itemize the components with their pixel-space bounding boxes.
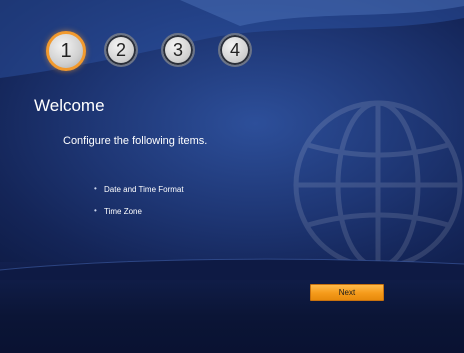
bullet-icon: • <box>94 206 97 215</box>
list-item-label: Time Zone <box>104 207 142 216</box>
bullet-icon: • <box>94 184 97 193</box>
step-2-icon: 2 <box>104 33 138 67</box>
list-item: • Time Zone <box>94 206 184 216</box>
page-description: Configure the following items. <box>63 135 208 147</box>
page-title: Welcome <box>34 96 105 115</box>
globe-icon <box>293 100 463 270</box>
list-item: • Date and Time Format <box>94 184 184 194</box>
list-item-label: Date and Time Format <box>104 185 184 194</box>
horizon-curve <box>0 258 464 280</box>
setup-wizard-screen: 1 2 3 4 Welcome Configure the following … <box>0 0 464 353</box>
step-3-icon: 3 <box>161 33 195 67</box>
step-1-icon: 1 <box>46 31 86 71</box>
step-4-icon: 4 <box>218 33 252 67</box>
config-item-list: • Date and Time Format • Time Zone <box>94 184 184 229</box>
next-button[interactable]: Next <box>310 284 384 301</box>
